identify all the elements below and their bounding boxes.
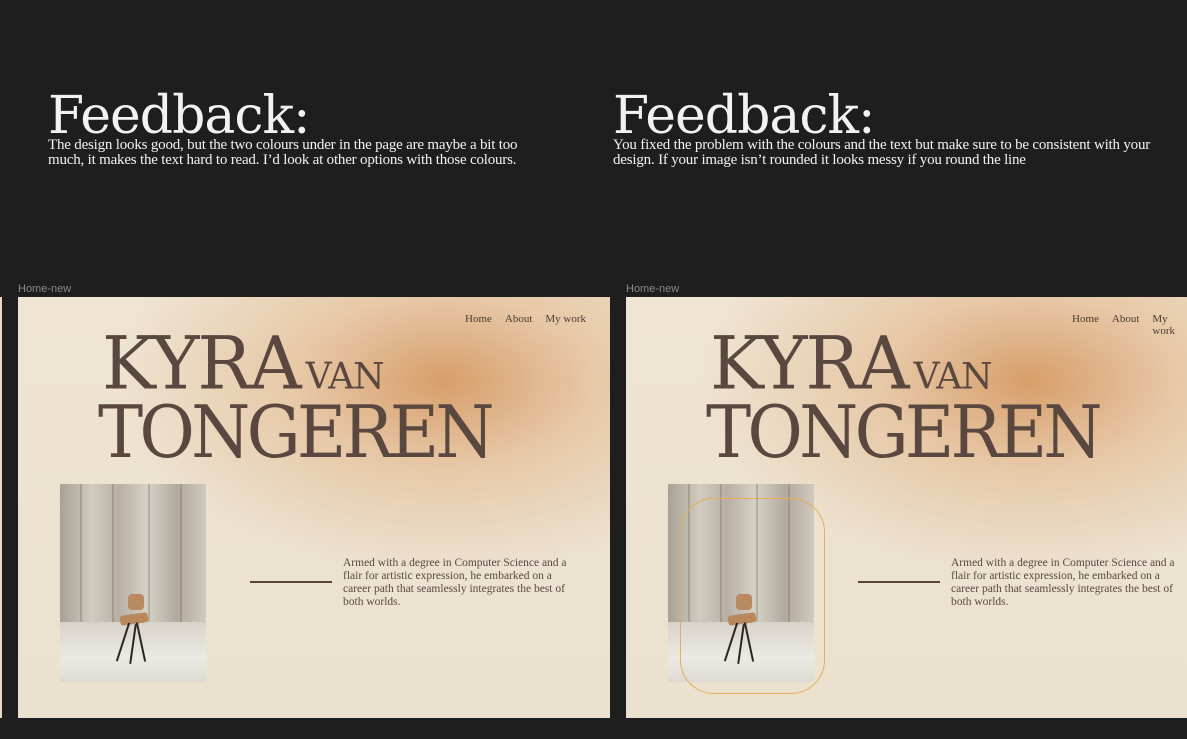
nav-about-link[interactable]: About <box>505 313 533 325</box>
home-frame-2[interactable]: Home About My work KYRA VAN TONGEREN Arme… <box>626 297 1187 718</box>
nav-menu: Home About My work <box>465 313 586 325</box>
home-frame-1[interactable]: Home About My work KYRA VAN TONGEREN Arme… <box>18 297 610 718</box>
bio-text: Armed with a degree in Computer Science … <box>343 557 567 608</box>
feedback-title: Feedback: <box>613 86 876 146</box>
nav-about-link[interactable]: About <box>1112 313 1140 337</box>
nav-my-work-link[interactable]: My work <box>1152 313 1187 337</box>
nav-my-work-link[interactable]: My work <box>545 313 586 325</box>
bio-text: Armed with a degree in Computer Science … <box>951 557 1175 608</box>
chair-photo <box>60 484 206 682</box>
nav-home-link[interactable]: Home <box>1072 313 1099 337</box>
hero-last-name: TONGEREN <box>706 390 1103 474</box>
adjacent-frame-edge <box>0 297 2 718</box>
frame-label[interactable]: Home-new <box>18 283 71 295</box>
feedback-note-1: Feedback: The design looks good, but the… <box>48 88 538 168</box>
rounded-outline-shape[interactable] <box>680 498 825 694</box>
feedback-text: The design looks good, but the two colou… <box>48 137 518 168</box>
nav-home-link[interactable]: Home <box>465 313 492 325</box>
feedback-text: You fixed the problem with the colours a… <box>613 137 1151 168</box>
divider-line <box>250 581 332 583</box>
feedback-note-2: Feedback: You fixed the problem with the… <box>613 88 1173 168</box>
frame-label[interactable]: Home-new <box>626 283 679 295</box>
feedback-title: Feedback: <box>48 86 311 146</box>
hero-last-name: TONGEREN <box>98 390 495 474</box>
divider-line <box>858 581 940 583</box>
nav-menu: Home About My work <box>1072 313 1187 337</box>
